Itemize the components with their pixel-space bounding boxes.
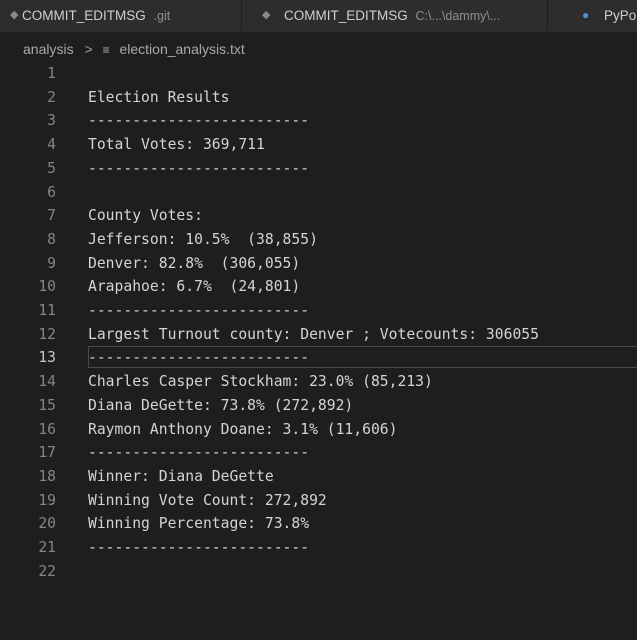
editor-line[interactable]: 8 Jefferson: 10.5% (38,855) xyxy=(0,228,637,252)
line-number: 1 xyxy=(47,65,56,82)
text-editor[interactable]: 1 2 Election Results 3 ---------------------… xyxy=(0,62,637,640)
breadcrumb-folder[interactable]: analysis xyxy=(23,41,74,57)
line-text: ------------------------- xyxy=(88,539,310,556)
line-text: Winner: Diana DeGette xyxy=(88,467,274,485)
editor-line[interactable]: 9 Denver: 82.8% (306,055) xyxy=(0,252,637,276)
line-text: Election Results xyxy=(88,88,230,106)
tab-description: C:\...\dammy\... xyxy=(415,9,501,23)
editor-line[interactable]: 14 Charles Casper Stockham: 23.0% (85,213… xyxy=(0,370,637,394)
line-number: 15 xyxy=(38,396,56,414)
line-number: 21 xyxy=(38,539,56,556)
line-text: Charles Casper Stockham: 23.0% (85,213) xyxy=(88,373,433,391)
editor-line[interactable]: 4 Total Votes: 369,711 xyxy=(0,133,637,157)
editor-line[interactable]: 17 ------------------------- xyxy=(0,441,637,465)
line-text: Largest Turnout county: Denver ; Votecou… xyxy=(88,325,539,343)
line-text: Winning Percentage: 73.8% xyxy=(88,515,310,533)
line-number: 8 xyxy=(47,230,56,248)
editor-line[interactable]: 18 Winner: Diana DeGette xyxy=(0,465,637,489)
line-number: 16 xyxy=(38,420,56,438)
line-number: 9 xyxy=(47,254,56,272)
line-text: Total Votes: 369,711 xyxy=(88,136,265,154)
editor-line[interactable]: 20 Winning Percentage: 73.8% xyxy=(0,512,637,536)
editor-line[interactable]: 13 ------------------------- xyxy=(0,346,637,370)
line-number: 3 xyxy=(47,112,56,130)
line-number: 6 xyxy=(47,183,56,201)
tab-pypoll[interactable]: ● PyPo xyxy=(548,0,637,31)
editor-line[interactable]: 2 Election Results xyxy=(0,86,637,110)
line-number: 11 xyxy=(38,302,56,319)
breadcrumb-file[interactable]: election_analysis.txt xyxy=(119,41,244,57)
line-number: 18 xyxy=(38,467,56,485)
editor-line[interactable]: 7 County Votes: xyxy=(0,204,637,228)
editor-line[interactable]: 5 ------------------------- xyxy=(0,157,637,181)
git-diamond-icon: ◆ xyxy=(10,9,19,21)
line-number: 4 xyxy=(47,136,56,154)
tab-label: COMMIT_EDITMSG xyxy=(22,8,146,23)
line-number: 2 xyxy=(47,88,56,106)
line-number: 17 xyxy=(38,444,56,462)
editor-line[interactable]: 21 ------------------------- xyxy=(0,536,637,560)
line-text: Diana DeGette: 73.8% (272,892) xyxy=(88,396,354,414)
editor-line[interactable]: 22 xyxy=(0,560,637,584)
line-number: 12 xyxy=(38,325,56,343)
line-text: Raymon Anthony Doane: 3.1% (11,606) xyxy=(88,420,398,438)
line-text: Denver: 82.8% (306,055) xyxy=(88,254,301,272)
line-text: ------------------------- xyxy=(88,112,310,130)
line-number: 19 xyxy=(38,491,56,509)
git-diamond-icon: ◆ xyxy=(262,9,271,21)
line-text: ------------------------- xyxy=(88,349,310,367)
tab-description: .git xyxy=(153,9,171,23)
line-number: 7 xyxy=(47,207,56,225)
line-text: Jefferson: 10.5% (38,855) xyxy=(88,230,318,248)
editor-line[interactable]: 6 xyxy=(0,181,637,205)
line-text: ------------------------- xyxy=(88,302,310,319)
tab-commit-editmsg-git[interactable]: ◆ COMMIT_EDITMSG .git xyxy=(0,0,242,31)
editor-line[interactable]: 11 ------------------------- xyxy=(0,299,637,323)
line-number: 14 xyxy=(38,373,56,391)
editor-line[interactable]: 15 Diana DeGette: 73.8% (272,892) xyxy=(0,394,637,418)
breadcrumb: analysis > ≡ election_analysis.txt xyxy=(0,32,637,66)
line-text: Arapahoe: 6.7% (24,801) xyxy=(88,278,301,296)
editor-line[interactable]: 16 Raymon Anthony Doane: 3.1% (11,606) xyxy=(0,418,637,442)
line-text: ------------------------- xyxy=(88,444,310,462)
line-text: Winning Vote Count: 272,892 xyxy=(88,491,327,509)
line-number: 22 xyxy=(38,562,56,580)
editor-line[interactable]: 19 Winning Vote Count: 272,892 xyxy=(0,489,637,513)
line-text: County Votes: xyxy=(88,207,203,225)
text-file-icon: ≡ xyxy=(102,43,110,57)
tab-commit-editmsg-dammy[interactable]: ◆ COMMIT_EDITMSG C:\...\dammy\... xyxy=(242,0,548,31)
editor-line[interactable]: 3 ------------------------- xyxy=(0,109,637,133)
line-number: 5 xyxy=(47,159,56,177)
line-number: 13 xyxy=(38,349,56,367)
editor-line[interactable]: 1 xyxy=(0,62,637,86)
editor-tab-bar: ◆ COMMIT_EDITMSG .git ◆ COMMIT_EDITMSG C… xyxy=(0,0,637,32)
editor-line[interactable]: 10 Arapahoe: 6.7% (24,801) xyxy=(0,275,637,299)
python-icon: ● xyxy=(582,8,590,22)
line-number: 10 xyxy=(38,278,56,296)
chevron-right-icon: > xyxy=(84,41,93,57)
line-text: ------------------------- xyxy=(88,159,310,177)
tab-label: COMMIT_EDITMSG xyxy=(284,8,408,23)
tab-label: PyPo xyxy=(604,8,637,23)
editor-line[interactable]: 12 Largest Turnout county: Denver ; Votec… xyxy=(0,323,637,347)
line-number: 20 xyxy=(38,515,56,533)
